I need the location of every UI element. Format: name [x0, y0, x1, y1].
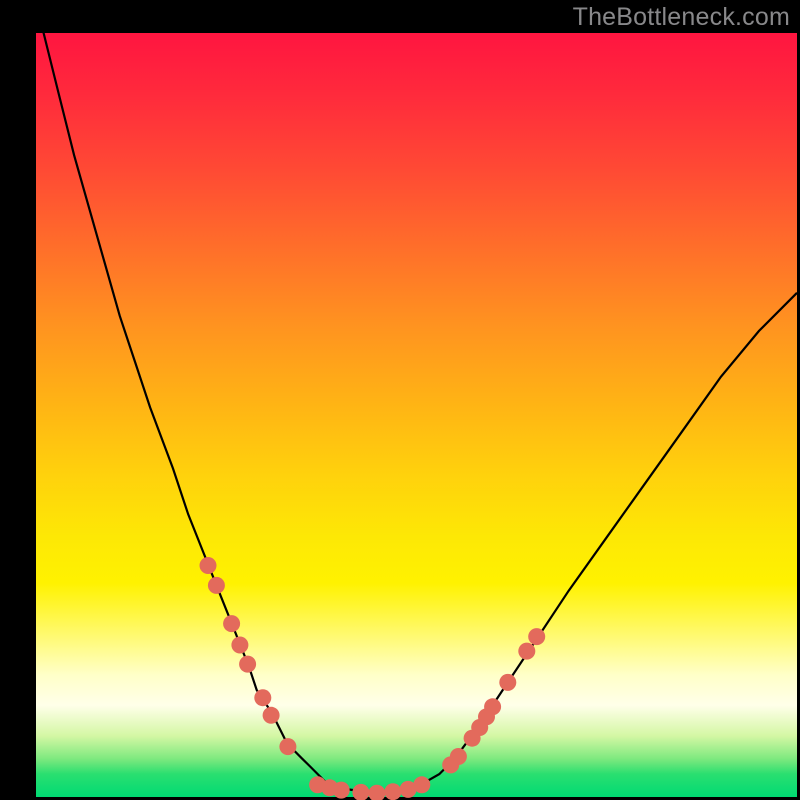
curve-dot [384, 783, 401, 800]
curve-dot [499, 674, 516, 691]
bottleneck-curve [36, 2, 797, 792]
curve-dot [263, 707, 280, 724]
curve-dot [239, 656, 256, 673]
curve-dot [518, 643, 535, 660]
curve-dot [223, 615, 240, 632]
curve-dot [413, 776, 430, 793]
curve-dot [200, 557, 217, 574]
curve-dot [352, 784, 369, 800]
chart-frame: TheBottleneck.com [0, 0, 800, 800]
curve-dot [231, 637, 248, 654]
curve-dot [484, 698, 501, 715]
curve-dot [368, 785, 385, 800]
curve-dot [333, 782, 350, 799]
curve-dot [279, 738, 296, 755]
curve-dot [528, 628, 545, 645]
chart-svg [0, 0, 800, 800]
curve-dot [450, 748, 467, 765]
curve-markers [200, 557, 546, 800]
curve-dot [254, 689, 271, 706]
curve-dot [208, 577, 225, 594]
